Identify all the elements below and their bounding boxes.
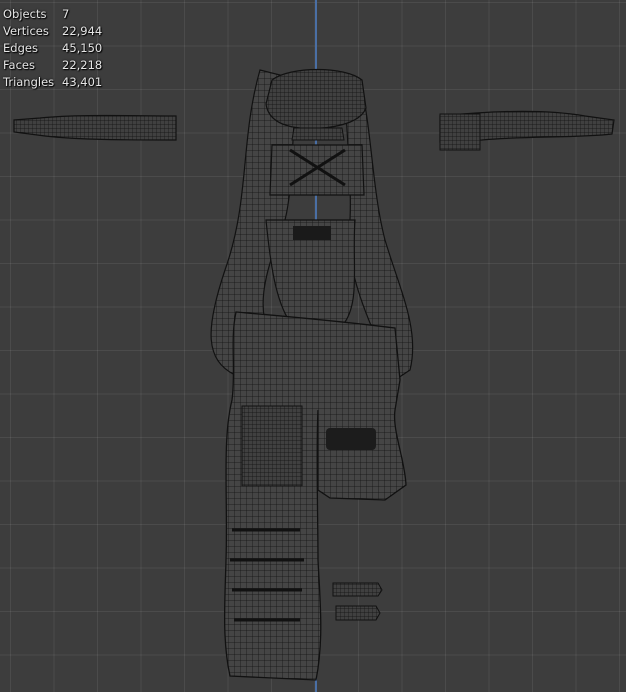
stat-label: Triangles: [3, 75, 55, 89]
stat-label: Objects: [3, 7, 47, 21]
stat-row-objects: Objects 7: [3, 6, 102, 23]
stat-row-faces: Faces 22,218: [3, 57, 102, 74]
stat-value: 7: [62, 7, 70, 21]
stat-row-triangles: Triangles 43,401: [3, 74, 102, 91]
collar-mesh: [265, 68, 367, 129]
left-arm-mesh: [13, 114, 177, 141]
stat-label: Faces: [3, 58, 35, 72]
stat-value: 22,218: [62, 58, 103, 72]
stat-row-vertices: Vertices 22,944: [3, 23, 102, 40]
torso-buckle-mesh: [293, 226, 331, 240]
right-arm-band-mesh: [439, 113, 481, 151]
stat-row-edges: Edges 45,150: [3, 40, 102, 57]
trousers-mesh: [223, 311, 407, 681]
collar-band-mesh: [291, 127, 345, 141]
stat-label: Vertices: [3, 24, 49, 38]
accessory-tube-2-mesh: [335, 605, 381, 621]
wireframe-mesh[interactable]: [0, 0, 626, 692]
right-knee-strap-mesh: [326, 428, 376, 450]
stat-label: Edges: [3, 41, 38, 55]
chest-piece-mesh: [269, 144, 365, 196]
left-knee-pocket-mesh: [241, 405, 303, 487]
3d-viewport[interactable]: Objects 7 Vertices 22,944 Edges 45,150 F…: [0, 0, 626, 692]
statistics-overlay: Objects 7 Vertices 22,944 Edges 45,150 F…: [3, 6, 102, 91]
stat-value: 45,150: [62, 41, 103, 55]
accessory-tube-1-mesh: [332, 582, 383, 597]
stat-value: 22,944: [62, 24, 103, 38]
stat-value: 43,401: [62, 75, 103, 89]
